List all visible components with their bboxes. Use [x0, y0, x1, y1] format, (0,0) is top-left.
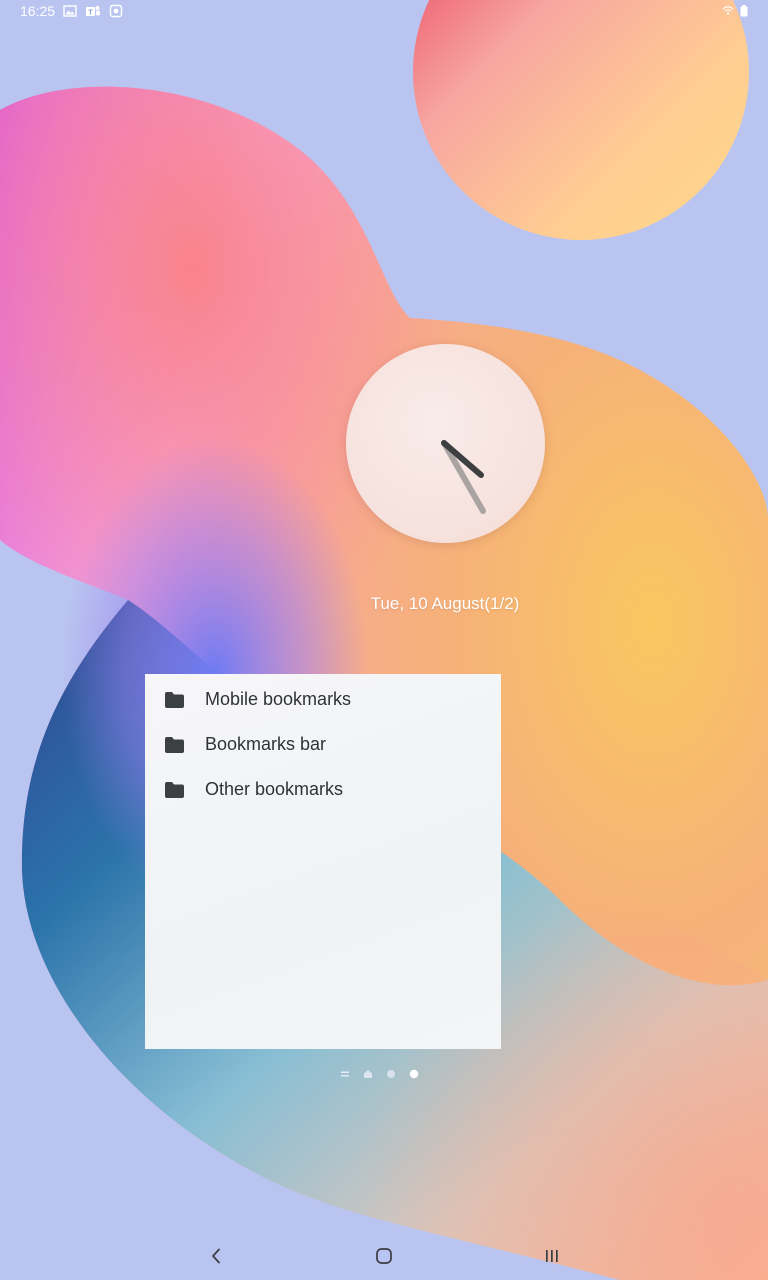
- page-dot-current: [409, 1069, 419, 1079]
- wallpaper: [0, 0, 768, 1280]
- bookmarks-widget: Mobile bookmarks Bookmarks bar Other boo…: [145, 674, 501, 1049]
- bookmark-folder-label: Bookmarks bar: [205, 734, 327, 754]
- recent-apps-icon: [546, 1250, 558, 1262]
- analog-clock-widget[interactable]: [346, 344, 545, 543]
- folder-icon: [165, 781, 184, 798]
- page-dot: [387, 1070, 395, 1078]
- bookmark-folder-label: Other bookmarks: [205, 779, 344, 799]
- svg-text:T: T: [88, 10, 93, 17]
- recent-apps-button[interactable]: [537, 1244, 567, 1268]
- status-time: 16:25: [20, 3, 56, 19]
- page-list-icon: [341, 1071, 349, 1077]
- battery-icon: [740, 5, 748, 17]
- home-button[interactable]: [369, 1244, 399, 1268]
- settings-notification-icon: [109, 4, 123, 18]
- bookmark-folder-label: Mobile bookmarks: [205, 689, 352, 709]
- clock-date-label: Tue, 10 August(1/2): [370, 594, 520, 613]
- folder-icon: [165, 736, 184, 753]
- page-home-icon: [364, 1070, 372, 1078]
- teams-icon: T: [85, 4, 101, 18]
- back-icon: [212, 1248, 220, 1264]
- minute-hand: [441, 440, 486, 514]
- image-notification-icon: [63, 4, 77, 18]
- notification-icons: T: [63, 4, 123, 18]
- folder-icon: [165, 691, 184, 708]
- navigation-bar: [0, 1232, 768, 1280]
- back-button[interactable]: [201, 1244, 231, 1268]
- page-indicator[interactable]: [340, 1067, 419, 1081]
- system-icons: [722, 5, 748, 17]
- status-bar: 16:25 T: [0, 0, 768, 24]
- wifi-icon: [722, 5, 734, 17]
- bookmark-folder-bookmarks-bar[interactable]: Bookmarks bar: [145, 722, 501, 767]
- bookmark-folder-other[interactable]: Other bookmarks: [145, 767, 501, 812]
- bookmark-folder-mobile[interactable]: Mobile bookmarks: [145, 677, 501, 722]
- home-icon: [376, 1248, 392, 1264]
- clock-face: [441, 440, 486, 514]
